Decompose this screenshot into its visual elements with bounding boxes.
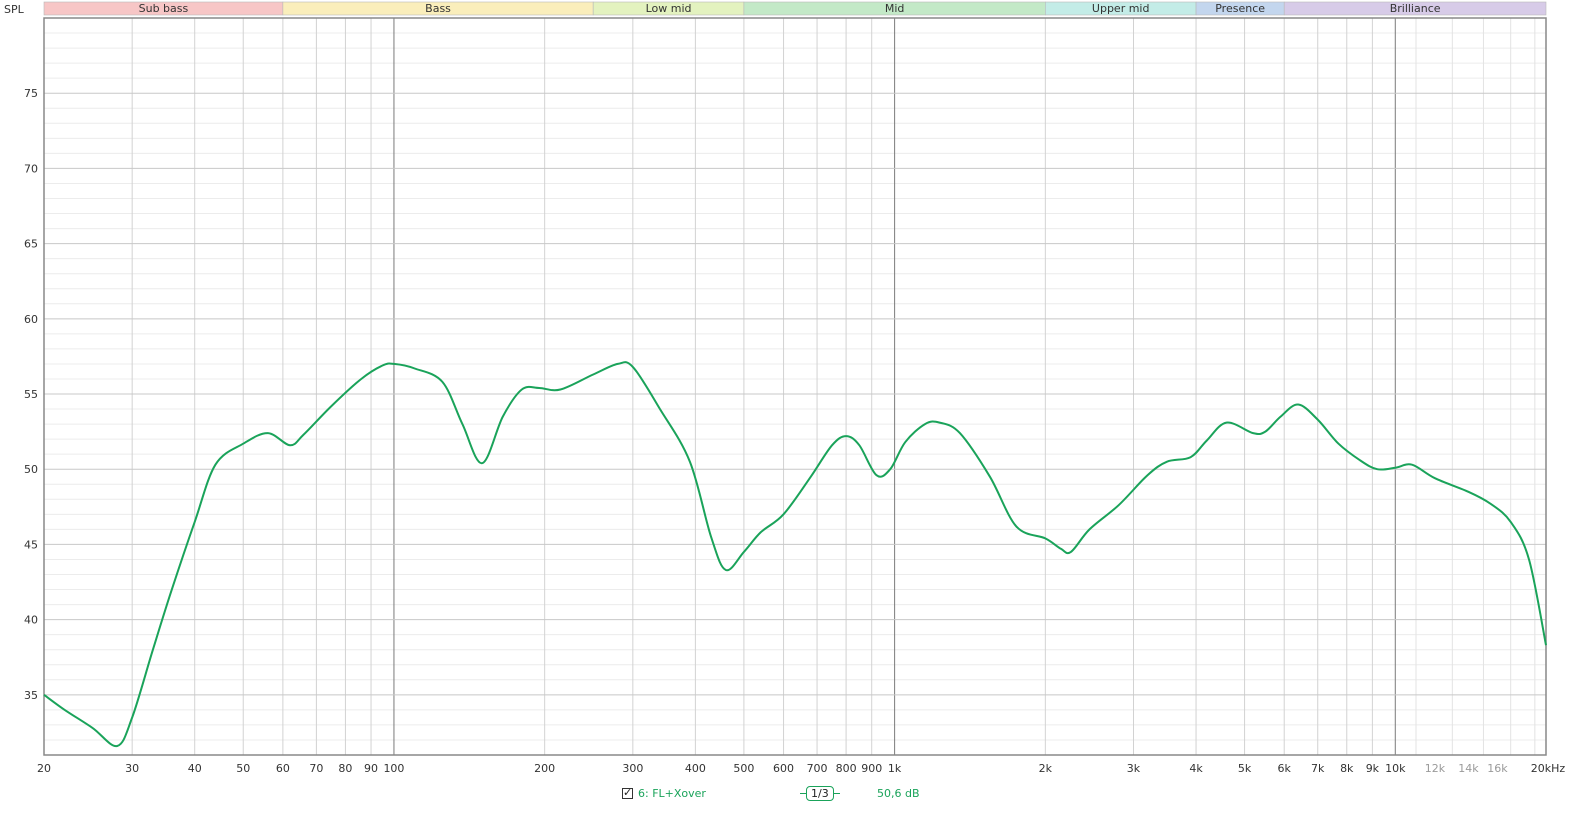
x-tick-label: 40: [188, 762, 202, 775]
y-tick-label: 65: [24, 238, 38, 251]
x-tick-label: 100: [383, 762, 404, 775]
x-tick-label: 900: [861, 762, 882, 775]
x-tick-label: 80: [338, 762, 352, 775]
y-tick-label: 45: [24, 538, 38, 551]
plot-area[interactable]: [44, 18, 1546, 755]
band-label: Presence: [1215, 2, 1265, 15]
x-tick-label: 3k: [1127, 762, 1141, 775]
legend-entry[interactable]: 6: FL+Xover: [622, 783, 706, 803]
x-tick-label: 1k: [888, 762, 902, 775]
level-readout: 50,6 dB: [877, 783, 920, 803]
y-tick-label: 75: [24, 87, 38, 100]
x-tick-label: 5k: [1238, 762, 1252, 775]
x-tick-label: 10k: [1385, 762, 1406, 775]
frequency-response-chart[interactable]: Sub bass Bass Low mid Mid Upper mid Presence B…: [0, 0, 1583, 815]
smoothing-indicator[interactable]: 1/3: [800, 783, 840, 803]
band-label: Low mid: [646, 2, 692, 15]
x-tick-label: 20kHz: [1531, 762, 1566, 775]
band-label: Sub bass: [139, 2, 189, 15]
y-tick-label: 50: [24, 463, 38, 476]
x-tick-label: 4k: [1189, 762, 1203, 775]
x-tick-label: 70: [309, 762, 323, 775]
y-tick-label: 70: [24, 162, 38, 175]
x-tick-label: 6k: [1278, 762, 1292, 775]
x-tick-label: 300: [622, 762, 643, 775]
x-tick-label: 400: [685, 762, 706, 775]
x-tick-label: 800: [836, 762, 857, 775]
x-tick-label: 9k: [1366, 762, 1380, 775]
x-tick-label: 700: [807, 762, 828, 775]
series-label: 6: FL+Xover: [638, 786, 706, 800]
band-label: Brilliance: [1390, 2, 1441, 15]
x-tick-label: 600: [773, 762, 794, 775]
x-tick-label: 12k: [1425, 762, 1446, 775]
y-tick-label: 35: [24, 689, 38, 702]
band-label: Mid: [885, 2, 905, 15]
smoothing-label[interactable]: 1/3: [800, 785, 840, 801]
x-tick-label: 16k: [1487, 762, 1508, 775]
y-tick-label: 55: [24, 388, 38, 401]
x-tick-label: 8k: [1340, 762, 1354, 775]
x-tick-label: 90: [364, 762, 378, 775]
series-visibility-checkbox[interactable]: [622, 786, 633, 799]
x-tick-label: 500: [733, 762, 754, 775]
y-tick-label: 60: [24, 313, 38, 326]
x-tick-label: 7k: [1311, 762, 1325, 775]
y-axis-label: SPL: [4, 3, 25, 16]
x-tick-label: 60: [276, 762, 290, 775]
x-tick-label: 20: [37, 762, 51, 775]
x-tick-label: 14k: [1458, 762, 1479, 775]
band-label: Upper mid: [1092, 2, 1150, 15]
band-label: Bass: [425, 2, 451, 15]
level-readout-value: 50,6 dB: [877, 786, 920, 800]
x-tick-label: 50: [236, 762, 250, 775]
x-tick-label: 2k: [1039, 762, 1053, 775]
x-tick-label: 200: [534, 762, 555, 775]
x-tick-label: 30: [125, 762, 139, 775]
y-tick-label: 40: [24, 614, 38, 627]
